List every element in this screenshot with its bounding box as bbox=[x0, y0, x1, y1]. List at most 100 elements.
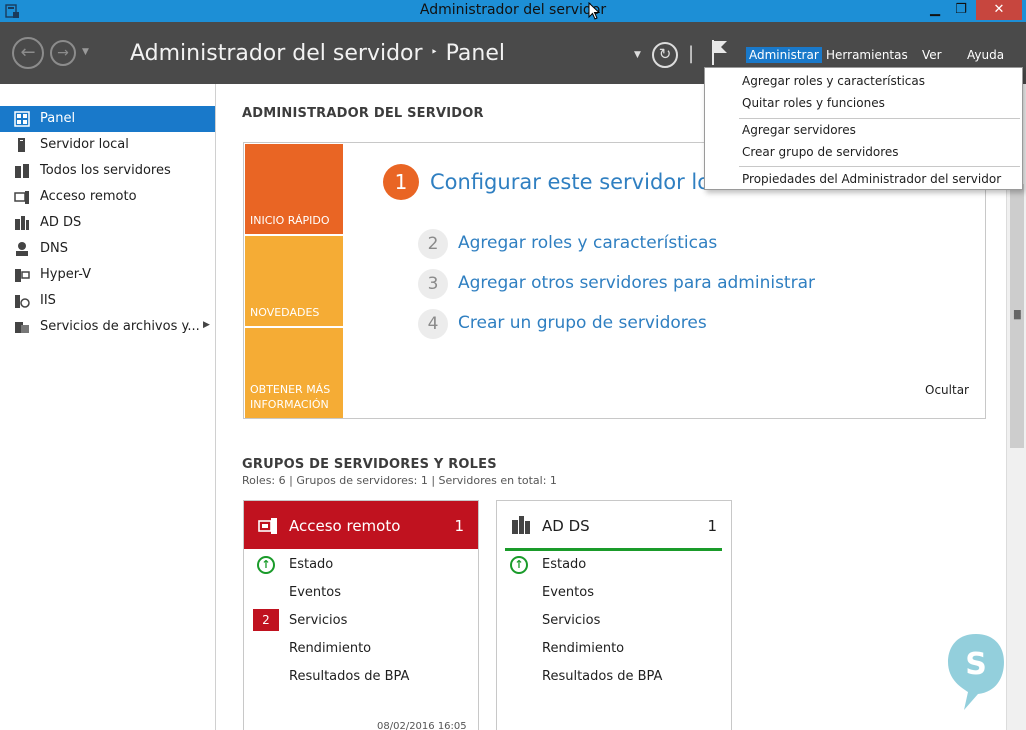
menu-ver[interactable]: Ver bbox=[919, 47, 945, 63]
step-1-number: 1 bbox=[383, 164, 419, 200]
step-2-link[interactable]: Agregar roles y características bbox=[458, 233, 717, 253]
role-row-label: Rendimiento bbox=[289, 641, 372, 656]
hide-link[interactable]: Ocultar bbox=[925, 383, 969, 397]
mouse-cursor-icon bbox=[588, 2, 600, 20]
menu-administrar[interactable]: Administrar bbox=[746, 47, 822, 63]
tile-obtener-info[interactable]: OBTENER MÁS INFORMACIÓN bbox=[245, 328, 343, 418]
menu-item-crear-grupo[interactable]: Crear grupo de servidores bbox=[742, 145, 899, 159]
role-row-estado[interactable]: ↑ Estado bbox=[497, 553, 731, 577]
window-title: Administrador del servidor bbox=[419, 2, 607, 18]
menu-item-agregar-roles[interactable]: Agregar roles y características bbox=[742, 74, 925, 88]
sidebar-item-ad-ds[interactable]: AD DS bbox=[0, 210, 215, 236]
sidebar-item-servidor-local[interactable]: Servidor local bbox=[0, 132, 215, 158]
status-ok-icon: ↑ bbox=[510, 556, 528, 574]
expand-arrow-icon[interactable]: ▶ bbox=[203, 320, 210, 330]
notifications-flag-icon[interactable] bbox=[710, 38, 730, 66]
role-row-label: Servicios bbox=[542, 613, 601, 628]
sidebar-item-label: Servicios de archivos y... bbox=[40, 319, 200, 334]
role-row-rendimiento[interactable]: Rendimiento bbox=[244, 637, 478, 661]
menu-ayuda[interactable]: Ayuda bbox=[964, 47, 1007, 63]
menu-item-quitar-roles[interactable]: Quitar roles y funciones bbox=[742, 96, 885, 110]
header-divider: | bbox=[688, 43, 695, 64]
role-card-header[interactable]: AD DS 1 bbox=[497, 501, 731, 549]
section-title: ADMINISTRADOR DEL SERVIDOR bbox=[242, 106, 484, 121]
role-card-title: Acceso remoto bbox=[289, 517, 401, 535]
groups-title: GRUPOS DE SERVIDORES Y ROLES bbox=[242, 457, 497, 472]
step-4-link[interactable]: Crear un grupo de servidores bbox=[458, 313, 707, 333]
tile-novedades[interactable]: NOVEDADES bbox=[245, 236, 343, 326]
menu-separator bbox=[739, 166, 1020, 167]
sidebar-item-label: DNS bbox=[40, 241, 68, 256]
step-3-link[interactable]: Agregar otros servidores para administra… bbox=[458, 273, 815, 293]
sidebar-item-iis[interactable]: IIS bbox=[0, 288, 215, 314]
sidebar-item-hyper-v[interactable]: Hyper-V bbox=[0, 262, 215, 288]
groups-summary: Roles: 6 | Grupos de servidores: 1 | Ser… bbox=[242, 474, 557, 487]
role-card-ad-ds[interactable]: AD DS 1 ↑ Estado Eventos Servicios Rendi… bbox=[496, 500, 732, 730]
tile-label: OBTENER MÁS INFORMACIÓN bbox=[250, 383, 331, 411]
role-row-label: Estado bbox=[542, 557, 587, 572]
sidebar-item-dns[interactable]: DNS bbox=[0, 236, 215, 262]
close-button[interactable]: ✕ bbox=[976, 0, 1022, 20]
sidebar-item-servicios-archivos[interactable]: Servicios de archivos y... ▶ bbox=[0, 314, 215, 340]
breadcrumb-dropdown-icon[interactable]: ▼ bbox=[634, 50, 641, 60]
refresh-icon[interactable]: ↻ bbox=[652, 42, 678, 68]
sidebar-item-label: Servidor local bbox=[40, 137, 129, 152]
menu-herramientas[interactable]: Herramientas bbox=[823, 47, 911, 63]
role-row-bpa[interactable]: Resultados de BPA bbox=[497, 665, 731, 689]
administrar-dropdown-menu: Agregar roles y características Quitar r… bbox=[704, 67, 1023, 190]
ad-ds-icon bbox=[15, 216, 29, 230]
restore-button[interactable]: ❐ bbox=[948, 0, 974, 20]
sidebar-item-todos-servidores[interactable]: Todos los servidores bbox=[0, 158, 215, 184]
role-row-servicios[interactable]: 2 Servicios bbox=[244, 609, 478, 633]
ad-ds-icon bbox=[512, 516, 530, 534]
watermark-logo-icon: S bbox=[948, 634, 1004, 710]
title-bar: Administrador del servidor ▁ ❐ ✕ bbox=[0, 0, 1026, 22]
hyper-v-icon bbox=[15, 269, 30, 282]
role-row-label: Resultados de BPA bbox=[542, 669, 663, 684]
iis-icon bbox=[15, 295, 30, 308]
sidebar-item-label: Todos los servidores bbox=[40, 163, 171, 178]
sidebar-item-label: AD DS bbox=[40, 215, 82, 230]
sidebar-item-label: Acceso remoto bbox=[40, 189, 137, 204]
status-ok-icon: ↑ bbox=[257, 556, 275, 574]
role-row-rendimiento[interactable]: Rendimiento bbox=[497, 637, 731, 661]
role-row-label: Estado bbox=[289, 557, 334, 572]
tile-inicio-rapido[interactable]: INICIO RÁPIDO bbox=[245, 144, 343, 234]
minimize-button[interactable]: ▁ bbox=[922, 0, 948, 20]
back-arrow-icon[interactable]: ← bbox=[12, 37, 44, 69]
role-card-count: 1 bbox=[454, 517, 464, 535]
card-timestamp: 08/02/2016 16:05 bbox=[377, 721, 467, 730]
sidebar-item-acceso-remoto[interactable]: Acceso remoto bbox=[0, 184, 215, 210]
role-row-label: Resultados de BPA bbox=[289, 669, 410, 684]
tile-label: NOVEDADES bbox=[250, 306, 320, 319]
servers-icon bbox=[15, 164, 29, 178]
sidebar-item-label: Panel bbox=[40, 111, 76, 126]
role-row-eventos[interactable]: Eventos bbox=[497, 581, 731, 605]
role-card-header[interactable]: Acceso remoto 1 bbox=[244, 501, 478, 549]
role-row-estado[interactable]: ↑ Estado bbox=[244, 553, 478, 577]
role-row-eventos[interactable]: Eventos bbox=[244, 581, 478, 605]
role-row-bpa[interactable]: Resultados de BPA bbox=[244, 665, 478, 689]
role-row-label: Eventos bbox=[542, 585, 594, 600]
breadcrumb-separator-icon: ‣ bbox=[430, 45, 438, 59]
menu-item-propiedades[interactable]: Propiedades del Administrador del servid… bbox=[742, 172, 1001, 186]
step-1-link[interactable]: Configurar este servidor local bbox=[430, 170, 740, 194]
history-dropdown-icon[interactable]: ▼ bbox=[82, 47, 89, 57]
status-accent-bar bbox=[505, 548, 722, 551]
sidebar-item-label: IIS bbox=[40, 293, 56, 308]
menu-item-agregar-servidores[interactable]: Agregar servidores bbox=[742, 123, 856, 137]
role-card-count: 1 bbox=[707, 517, 717, 535]
breadcrumb-root[interactable]: Administrador del servidor bbox=[130, 41, 423, 66]
sidebar-item-panel[interactable]: Panel bbox=[0, 106, 215, 132]
role-row-label: Eventos bbox=[289, 585, 341, 600]
step-2-number: 2 bbox=[418, 229, 448, 259]
role-card-acceso-remoto[interactable]: Acceso remoto 1 ↑ Estado Eventos 2 Servi… bbox=[243, 500, 479, 730]
file-services-icon bbox=[15, 322, 29, 333]
forward-arrow-icon[interactable]: → bbox=[50, 40, 76, 66]
step-4-number: 4 bbox=[418, 309, 448, 339]
sidebar: Panel Servidor local Todos los servidore… bbox=[0, 84, 216, 730]
role-row-label: Rendimiento bbox=[542, 641, 625, 656]
dashboard-icon bbox=[14, 111, 30, 127]
sidebar-item-label: Hyper-V bbox=[40, 267, 92, 282]
role-row-servicios[interactable]: Servicios bbox=[497, 609, 731, 633]
